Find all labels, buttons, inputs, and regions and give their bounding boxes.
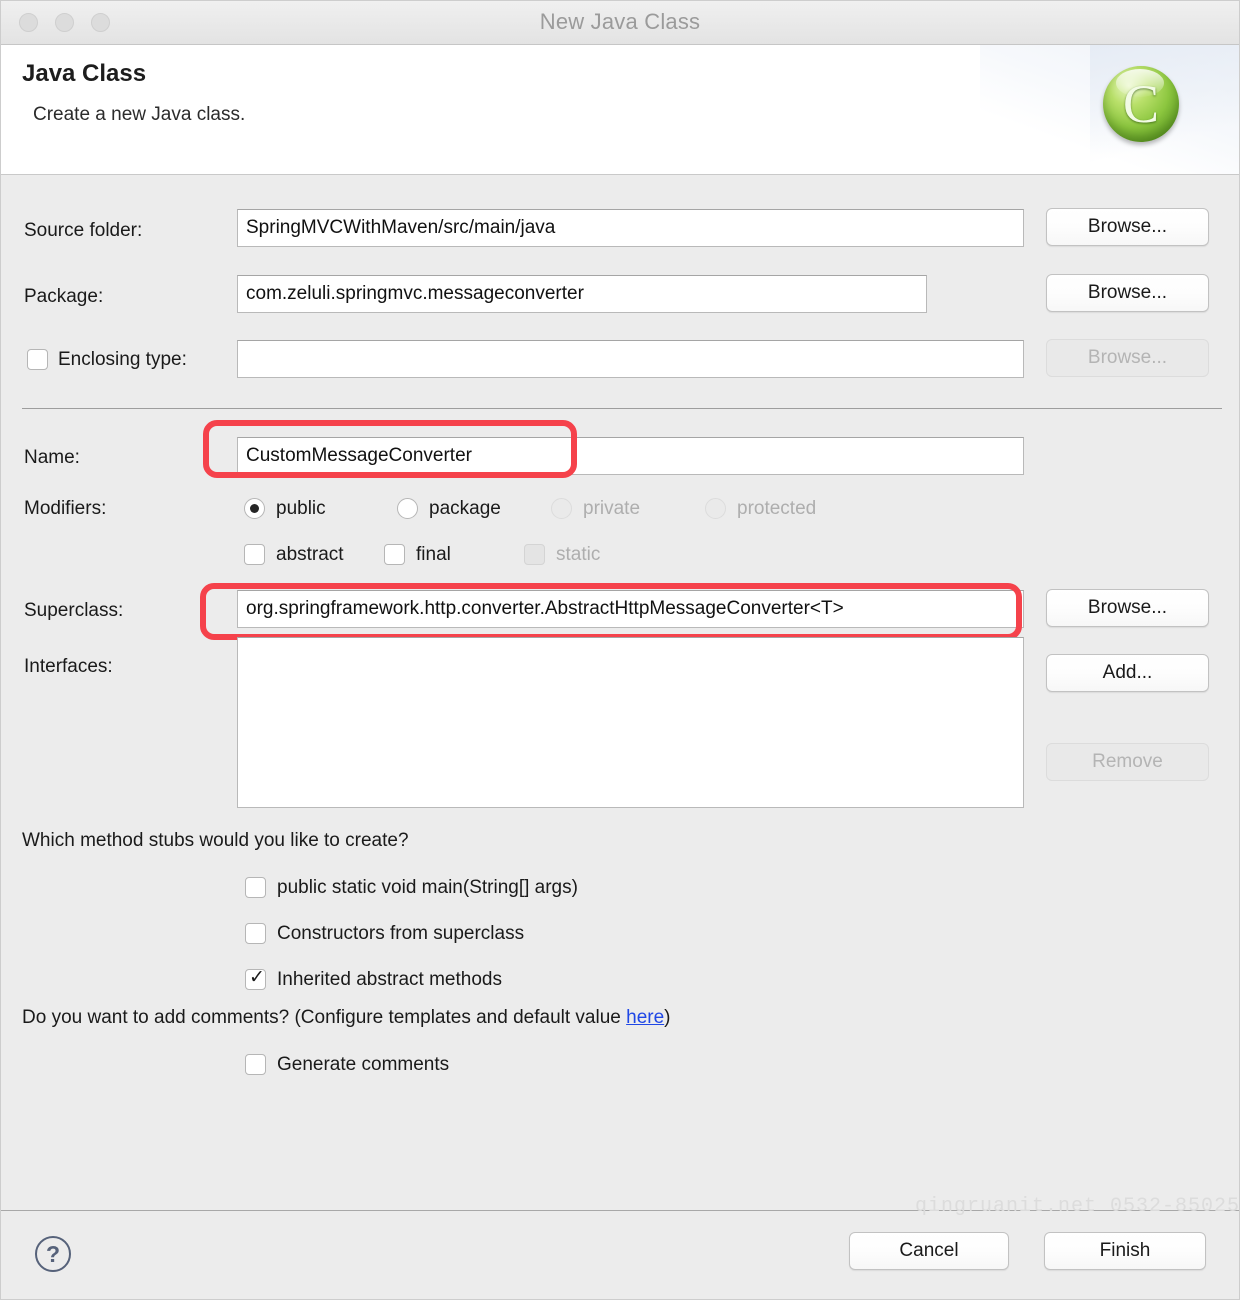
interfaces-list[interactable]	[237, 637, 1024, 808]
class-c-glyph: C	[1122, 74, 1160, 134]
name-label: Name:	[24, 447, 80, 468]
page-subtitle: Create a new Java class.	[33, 104, 246, 125]
dialog-body: Source folder: SpringMVCWithMaven/src/ma…	[0, 175, 1240, 1210]
stub-label-main-method: public static void main(String[] args)	[277, 877, 578, 898]
stub-checkbox-inherited-abstract[interactable]: ✓	[245, 967, 266, 990]
source-folder-browse-button[interactable]: Browse...	[1046, 208, 1209, 246]
help-icon[interactable]: ?	[35, 1236, 71, 1272]
stub-label-inherited-abstract: Inherited abstract methods	[277, 969, 502, 990]
superclass-label: Superclass:	[24, 600, 124, 621]
enclosing-type-checkbox[interactable]	[27, 349, 48, 370]
generate-comments-label: Generate comments	[277, 1054, 450, 1075]
modifier-label-public: public	[276, 498, 326, 519]
page-title: Java Class	[22, 60, 147, 87]
modifier-label-private: private	[583, 498, 641, 519]
modifier-radio-public[interactable]	[244, 498, 265, 519]
name-input[interactable]: CustomMessageConverter	[237, 437, 1024, 475]
stub-checkbox-constructors[interactable]	[245, 923, 266, 944]
modifier-radio-package[interactable]	[397, 498, 418, 519]
modifier-checkbox-final[interactable]	[384, 544, 405, 565]
section-divider	[22, 408, 1222, 409]
superclass-browse-button[interactable]: Browse...	[1046, 589, 1209, 627]
package-input[interactable]: com.zeluli.springmvc.messageconverter	[237, 275, 927, 313]
comments-question-prefix: Do you want to add comments? (Configure …	[22, 1007, 627, 1028]
enclosing-type-input[interactable]	[237, 340, 1024, 378]
method-stubs-question: Which method stubs would you like to cre…	[22, 830, 409, 851]
dialog-footer: qingruanit.net 0532-85025005 ? Cancel Fi…	[0, 1195, 1240, 1300]
window-title: New Java Class	[539, 9, 701, 34]
dialog-header: Java Class Create a new Java class. C	[0, 45, 1240, 175]
enclosing-type-label: Enclosing type:	[58, 349, 187, 370]
radio-selected-dot	[250, 504, 259, 513]
modifier-checkbox-static	[524, 544, 545, 565]
checkbox-tick-icon: ✓	[249, 967, 265, 988]
interfaces-add-button[interactable]: Add...	[1046, 654, 1209, 692]
stub-label-constructors: Constructors from superclass	[277, 923, 525, 944]
modifier-label-abstract: abstract	[276, 544, 344, 565]
modifier-checkbox-abstract[interactable]	[244, 544, 265, 565]
source-folder-input[interactable]: SpringMVCWithMaven/src/main/java	[237, 209, 1024, 247]
enclosing-type-browse-button[interactable]: Browse...	[1046, 339, 1209, 377]
superclass-input[interactable]: org.springframework.http.converter.Abstr…	[237, 590, 1024, 628]
interfaces-remove-button[interactable]: Remove	[1046, 743, 1209, 781]
new-java-class-dialog: New Java Class Java Class Create a new J…	[0, 0, 1240, 1300]
modifier-label-final: final	[416, 544, 451, 565]
source-folder-label: Source folder:	[24, 220, 143, 241]
modifiers-label: Modifiers:	[24, 498, 107, 519]
window-titlebar: New Java Class	[0, 0, 1240, 45]
modifier-radio-protected	[705, 498, 726, 519]
comments-question: Do you want to add comments? (Configure …	[22, 1007, 670, 1029]
java-class-icon: C	[1100, 63, 1182, 145]
cancel-button[interactable]: Cancel	[849, 1232, 1009, 1270]
stub-checkbox-main-method[interactable]	[245, 877, 266, 898]
finish-button[interactable]: Finish	[1044, 1232, 1206, 1270]
watermark-text: qingruanit.net 0532-85025005	[915, 1195, 1240, 1218]
generate-comments-checkbox[interactable]	[245, 1054, 266, 1075]
modifier-label-static: static	[556, 544, 601, 565]
modifier-label-package: package	[429, 498, 501, 519]
package-browse-button[interactable]: Browse...	[1046, 274, 1209, 312]
package-label: Package:	[24, 286, 104, 307]
modifier-radio-private	[551, 498, 572, 519]
configure-templates-link[interactable]: here	[626, 1007, 664, 1028]
interfaces-label: Interfaces:	[24, 656, 113, 677]
comments-question-suffix: )	[664, 1007, 671, 1028]
modifier-label-protected: protected	[737, 498, 817, 519]
